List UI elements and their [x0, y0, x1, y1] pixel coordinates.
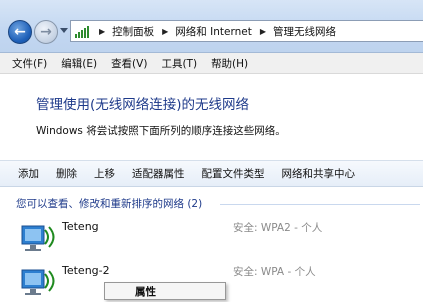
network-item[interactable]: Teteng 安全: WPA2 - 个人	[0, 214, 423, 258]
profile-types-button[interactable]: 配置文件类型	[202, 166, 265, 181]
page-description: Windows 将尝试按照下面所列的顺序连接这些网络。	[36, 125, 286, 137]
command-toolbar: 添加 删除 上移 适配器属性 配置文件类型 网络和共享中心	[0, 160, 423, 187]
history-dropdown-icon[interactable]	[60, 28, 68, 33]
address-bar[interactable]: ▶ 控制面板 ▶ 网络和 Internet ▶ 管理无线网络	[70, 20, 423, 42]
adapter-properties-button[interactable]: 适配器属性	[132, 166, 185, 181]
page-header: 管理使用(无线网络连接)的无线网络 Windows 将尝试按照下面所列的顺序连接…	[0, 74, 423, 154]
menu-help[interactable]: 帮助(H)	[211, 56, 248, 71]
add-button[interactable]: 添加	[18, 166, 39, 181]
network-security: 安全: WPA2 - 个人	[233, 222, 323, 234]
back-button[interactable]: ←	[8, 20, 32, 44]
arrow-left-icon: ←	[14, 24, 26, 40]
group-divider	[220, 204, 420, 205]
chevron-right-icon[interactable]: ▶	[99, 27, 105, 36]
menu-tools[interactable]: 工具(T)	[161, 56, 197, 71]
breadcrumb-network-internet[interactable]: 网络和 Internet	[175, 24, 252, 39]
menu-bar: 文件(F) 编辑(E) 查看(V) 工具(T) 帮助(H)	[0, 53, 423, 74]
menu-edit[interactable]: 编辑(E)	[61, 56, 97, 71]
group-header: 您可以查看、修改和重新排序的网络 (2)	[16, 198, 203, 210]
menu-file[interactable]: 文件(F)	[12, 56, 47, 71]
network-name: Teteng-2	[62, 264, 110, 277]
context-menu-properties[interactable]: 属性	[135, 284, 156, 299]
forward-button[interactable]: →	[34, 20, 58, 44]
arrow-right-icon: →	[40, 24, 52, 40]
network-list: 您可以查看、修改和重新排序的网络 (2) Teteng 安全: WPA2 - 个…	[0, 187, 423, 295]
address-bar-region: ← → ▶ 控制面板 ▶ 网络和 Internet ▶ 管理无线网络	[0, 0, 423, 53]
chevron-right-icon[interactable]: ▶	[162, 27, 168, 36]
wireless-network-icon	[21, 225, 55, 251]
breadcrumb-control-panel[interactable]: 控制面板	[112, 24, 154, 39]
chevron-right-icon[interactable]: ▶	[260, 27, 266, 36]
page-title: 管理使用(无线网络连接)的无线网络	[36, 97, 250, 113]
breadcrumb-manage-wireless[interactable]: 管理无线网络	[273, 24, 336, 39]
network-signal-icon	[75, 24, 91, 38]
network-security: 安全: WPA - 个人	[233, 266, 316, 278]
menu-view[interactable]: 查看(V)	[111, 56, 147, 71]
network-sharing-center-button[interactable]: 网络和共享中心	[282, 166, 356, 181]
remove-button[interactable]: 删除	[56, 166, 77, 181]
move-up-button[interactable]: 上移	[94, 166, 115, 181]
network-name: Teteng	[62, 220, 99, 233]
context-menu: 属性	[104, 282, 226, 300]
